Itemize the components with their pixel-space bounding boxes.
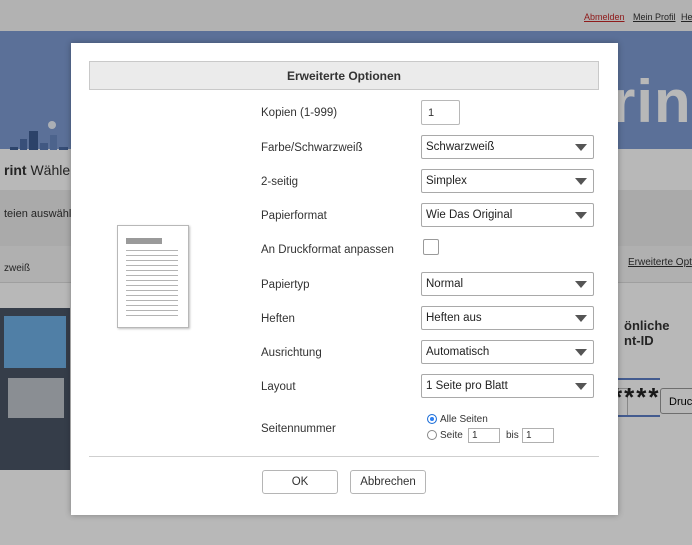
fit-to-format-checkbox[interactable] [423,239,439,255]
chevron-down-icon [575,349,587,356]
paper-type-select[interactable]: Normal [421,272,594,296]
dialog-title: Erweiterte Optionen [89,61,599,90]
layout-label: Layout [261,381,296,393]
paper-type-select-value: Normal [426,278,464,290]
staple-label: Heften [261,313,295,325]
layout-select-value: 1 Seite pro Blatt [426,380,508,392]
chevron-down-icon [575,281,587,288]
chevron-down-icon [575,383,587,390]
copies-label: Kopien (1-999) [261,107,338,119]
staple-select[interactable]: Heften aus [421,306,594,330]
paper-format-label: Papierformat [261,210,327,222]
advanced-options-dialog: Erweiterte Optionen Kopien (1-999) Farbe… [71,43,618,515]
duplex-label: 2-seitig [261,176,299,188]
color-label: Farbe/Schwarzweiß [261,142,363,154]
fit-to-format-label: An Druckformat anpassen [261,244,394,256]
page-to-input[interactable] [522,428,554,443]
paper-format-select[interactable]: Wie Das Original [421,203,594,227]
chevron-down-icon [575,315,587,322]
dialog-separator [89,456,599,457]
color-select[interactable]: Schwarzweiß [421,135,594,159]
staple-select-value: Heften aus [426,312,482,324]
page-number-label: Seitennummer [261,423,336,435]
chevron-down-icon [575,144,587,151]
paper-format-select-value: Wie Das Original [426,209,513,221]
chevron-down-icon [575,178,587,185]
page-range-option[interactable]: Seite bis [427,428,567,444]
preview-heading [126,238,162,244]
cancel-button[interactable]: Abbrechen [350,470,426,494]
all-pages-radio[interactable] [427,414,437,424]
orientation-select[interactable]: Automatisch [421,340,594,364]
duplex-select-value: Simplex [426,175,467,187]
paper-type-label: Papiertyp [261,279,310,291]
orientation-select-value: Automatisch [426,346,490,358]
layout-select[interactable]: 1 Seite pro Blatt [421,374,594,398]
page-from-input[interactable] [468,428,500,443]
duplex-select[interactable]: Simplex [421,169,594,193]
page-to-label: bis [506,430,519,441]
color-select-value: Schwarzweiß [426,141,495,153]
all-pages-label: Alle Seiten [440,414,488,425]
page-range-radio[interactable] [427,430,437,440]
page-preview [117,225,189,328]
ok-button[interactable]: OK [262,470,338,494]
page-from-label: Seite [440,430,463,441]
chevron-down-icon [575,212,587,219]
orientation-label: Ausrichtung [261,347,322,359]
copies-input[interactable] [421,100,460,125]
